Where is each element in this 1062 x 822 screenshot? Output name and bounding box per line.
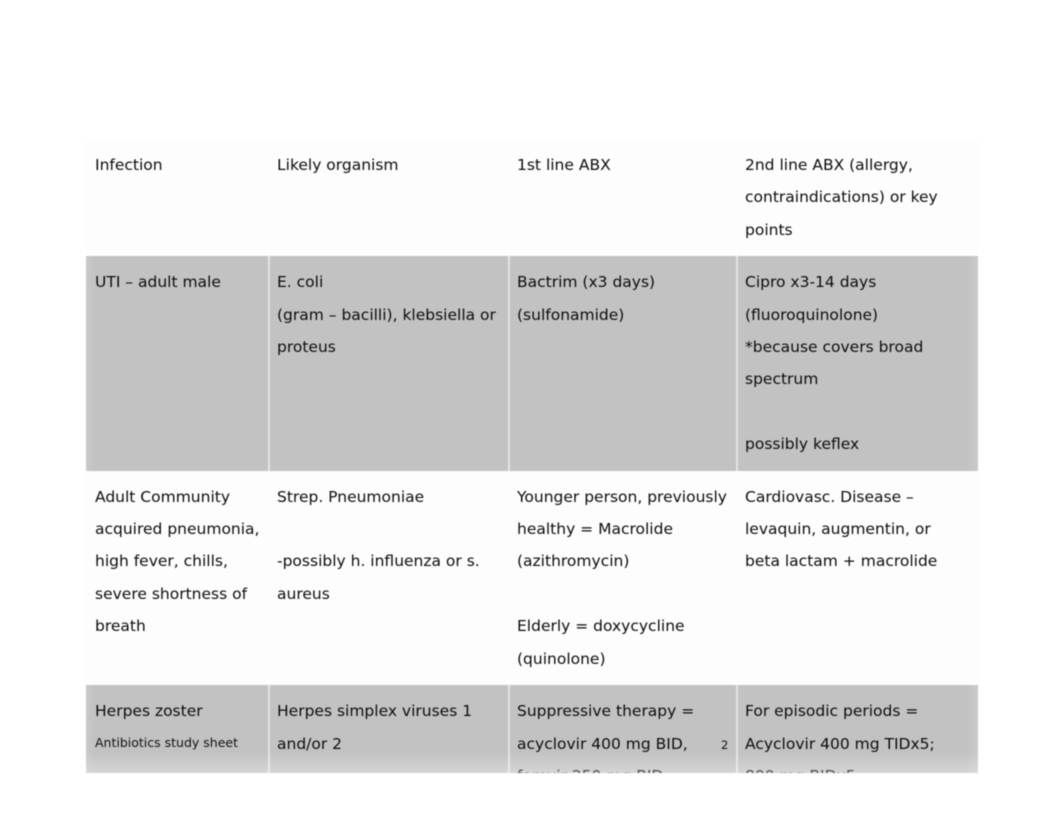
header-line: points [745,220,793,239]
header-line: 2nd line ABX (allergy, [745,156,913,174]
cell-line: (gram – bacilli), klebsiella or [277,305,496,324]
table-body: UTI – adult male E. coli (gram – bacilli… [86,256,978,773]
cell-first-line-abx: Bactrim (x3 days) (sulfonamide) [508,256,736,471]
spacer-line [95,760,259,773]
cell-line: (fluoroquinolone) [745,305,879,324]
cell-line: E. coli [277,273,324,292]
page-number: 2 [721,738,729,752]
cell-line: severe shortness of [95,584,248,603]
table-row: Adult Community acquired pneumonia, high… [86,470,978,686]
spacer-line [95,428,259,460]
cell-line: Cardiovasc. Disease – [745,487,914,506]
cell-line: -possibly h. influenza or s. [277,552,480,571]
cell-line: (azithromycin) [517,552,630,571]
cell-line: acyclovir 400 mg BID, [517,734,688,753]
spacer-line [95,363,259,395]
table-header-row: Infection Likely organism 1st line ABX 2… [86,139,978,257]
cell-line: breath [95,617,146,636]
header-line: 1st line ABX [517,156,611,174]
cell-likely-organism: E. coli (gram – bacilli), klebsiella or … [268,256,508,471]
spacer-line [517,214,727,246]
cell-likely-organism: Strep. Pneumoniae -possibly h. influenza… [268,470,508,686]
document-page: Infection Likely organism 1st line ABX 2… [0,0,1062,822]
cell-first-line-abx: Suppressive therapy = acyclovir 400 mg B… [508,685,736,773]
cell-first-line-abx: Younger person, previously healthy = Mac… [508,470,736,686]
spacer-line [95,331,259,363]
table-header: Infection Likely organism 1st line ABX 2… [86,139,978,257]
cell-line: 800 mg BIDx5 [745,760,969,773]
cell-line: beta lactam + macrolide [745,552,938,571]
spacer-line [517,181,727,213]
spacer-line [277,513,499,545]
cell-line: high fever, chills, [95,552,228,571]
spacer-line [95,643,259,675]
cell-line: proteus [277,338,336,357]
spacer-line [95,299,259,331]
cell-line: (quinolone) [517,649,606,668]
cell-second-line-abx: For episodic periods = Acyclovir 400 mg … [736,685,978,773]
cell-line: levaquin, augmentin, or [745,520,931,539]
cell-line: For episodic periods = [745,702,919,721]
header-cell-likely-organism: Likely organism [268,139,508,257]
header-cell-first-line-abx: 1st line ABX [508,139,736,257]
spacer-line [277,181,499,213]
cell-line: Younger person, previously [517,487,727,506]
cell-likely-organism: Herpes simplex viruses 1 and/or 2 **trea… [268,685,508,773]
cell-line: Bactrim (x3 days) [517,273,656,292]
cell-line: acquired pneumonia, [95,520,260,539]
cell-infection: UTI – adult male [86,256,268,471]
cell-infection: Adult Community acquired pneumonia, high… [86,470,268,686]
cell-line: Elderly = doxycycline [517,617,685,636]
cell-line: possibly keflex [745,435,860,454]
spacer-line [95,396,259,428]
spacer-line [745,396,969,428]
spacer-line [95,214,259,246]
cell-line: *because covers broad [745,338,924,357]
cell-line: spectrum [745,370,819,389]
cell-line: Adult Community [95,487,231,506]
cell-line: UTI – adult male [95,273,221,292]
table-row: Herpes zoster Herpes simplex viruses 1 a… [86,685,978,773]
cell-line: Cipro x3-14 days [745,273,877,292]
document-footer-note: Antibiotics study sheet [95,735,238,750]
cell-line: Herpes simplex viruses 1 [277,702,473,721]
cell-line: and/or 2 [277,734,343,753]
cell-line: Suppressive therapy = [517,702,695,721]
cell-second-line-abx: Cardiovasc. Disease – levaquin, augmenti… [736,470,978,686]
cell-line: Herpes zoster [95,702,203,721]
header-cell-second-line-abx: 2nd line ABX (allergy, contraindications… [736,139,978,257]
cell-second-line-abx: Cipro x3-14 days (fluoroquinolone) *beca… [736,256,978,471]
table-row: UTI – adult male E. coli (gram – bacilli… [86,256,978,471]
header-line: Infection [95,156,163,174]
cell-line: (sulfonamide) [517,305,625,324]
header-cell-infection: Infection [86,139,268,257]
cell-line: famvir 250 mg BID, [517,760,727,773]
antibiotics-table-container: Infection Likely organism 1st line ABX 2… [86,139,978,773]
cell-line: healthy = Macrolide [517,520,673,539]
antibiotics-table: Infection Likely organism 1st line ABX 2… [86,139,978,773]
cell-infection: Herpes zoster [86,685,268,773]
spacer-line [277,214,499,246]
spacer-line [95,181,259,213]
cell-line: Acyclovir 400 mg TIDx5; [745,734,935,753]
header-line: Likely organism [277,156,399,174]
spacer-line [277,760,499,773]
cell-line: aureus [277,584,330,603]
cell-line: Strep. Pneumoniae [277,487,425,506]
spacer-line [517,578,727,610]
header-line: contraindications) or key [745,188,938,207]
